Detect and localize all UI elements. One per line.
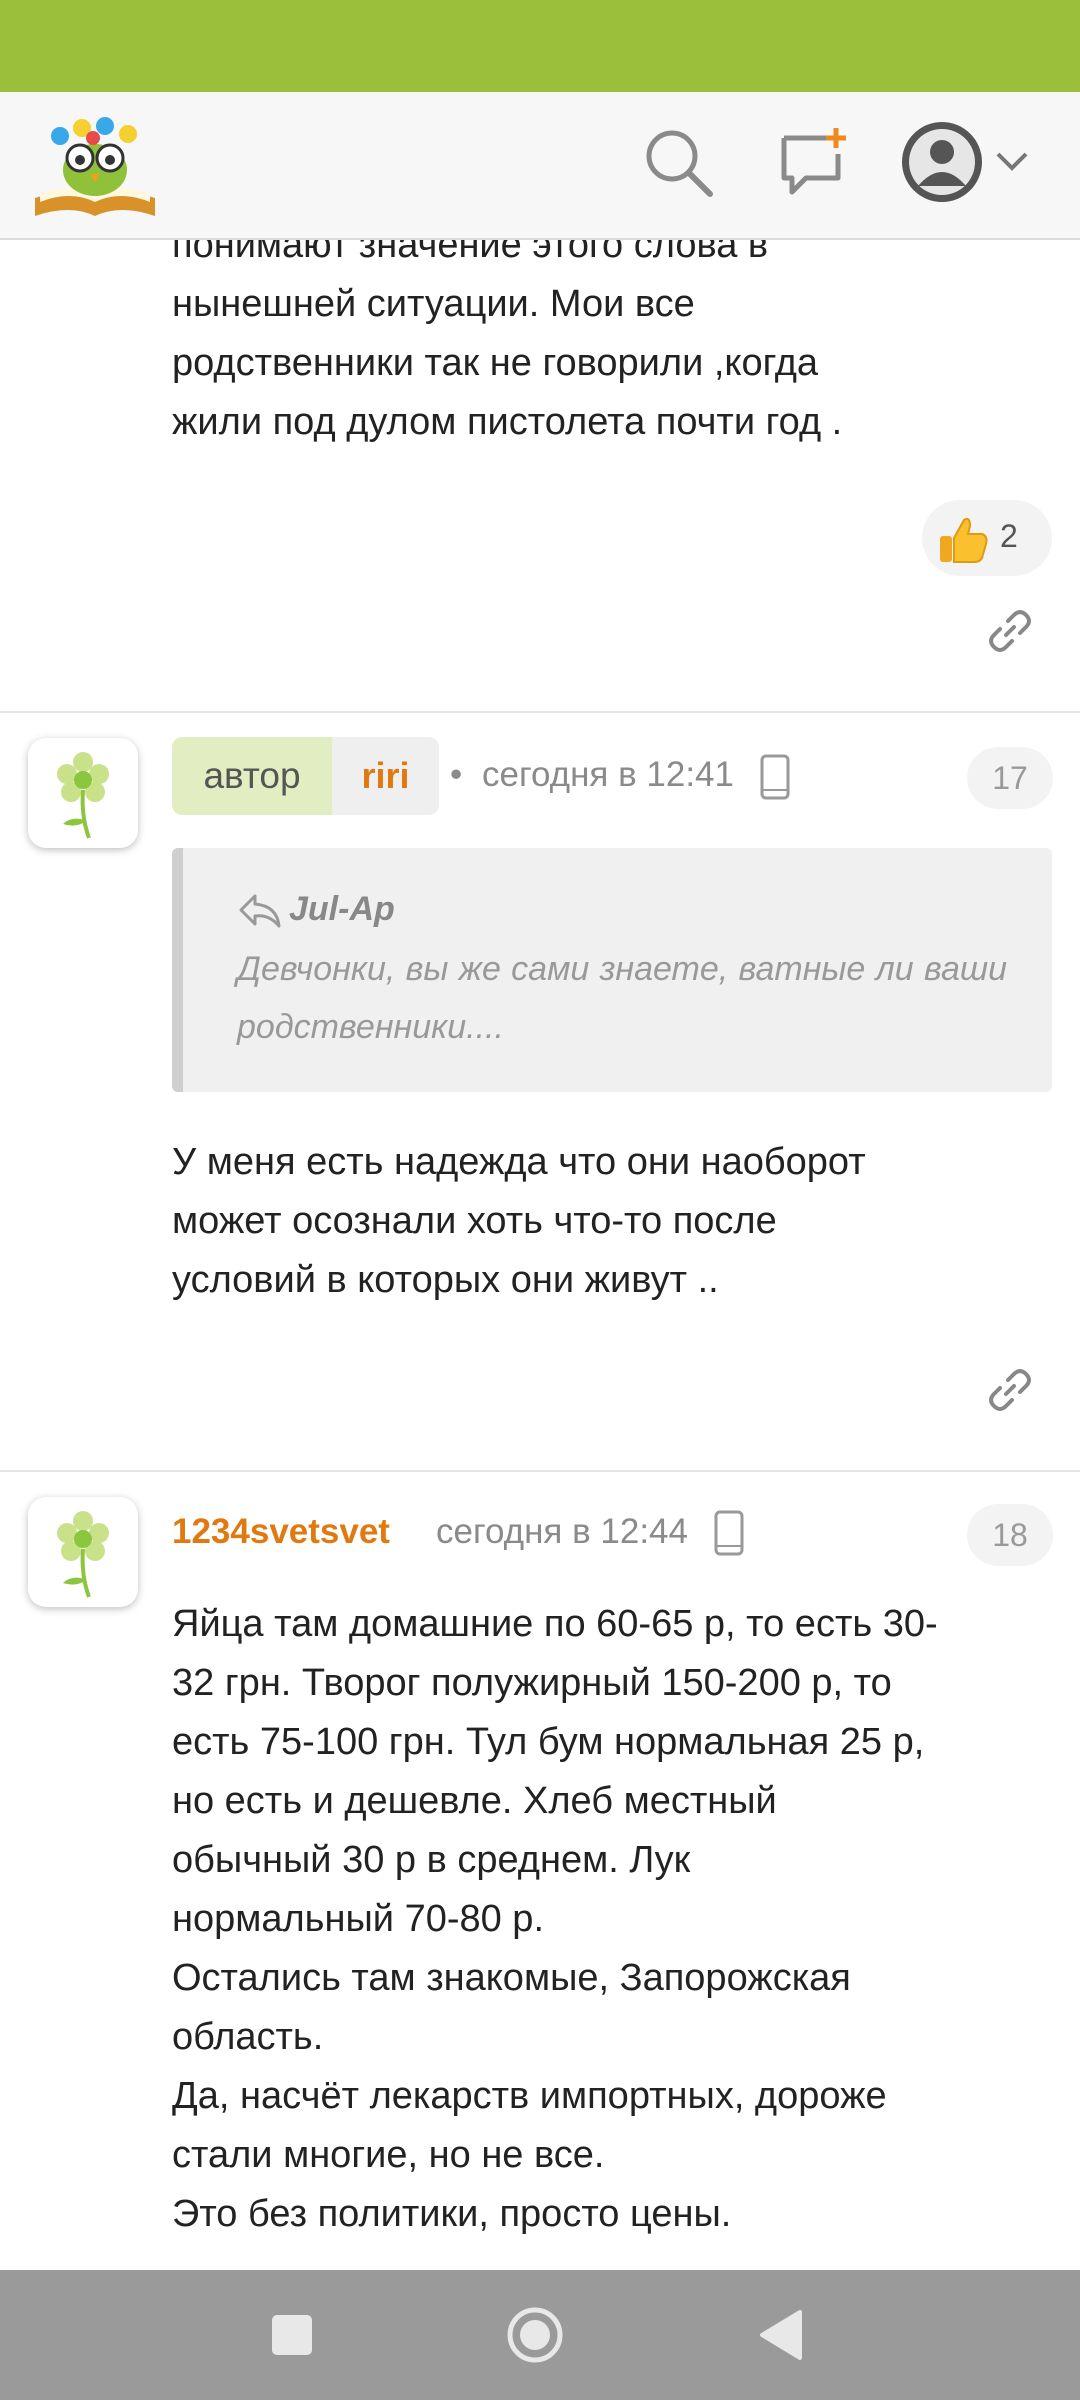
comment-line: может осознали хоть что-то после: [172, 1200, 777, 1242]
separator-dot: •: [450, 755, 463, 794]
quote-block: Jul-Ap Девчонки, вы же сами знаете, ватн…: [172, 848, 1052, 1092]
username[interactable]: 1234svetsvet: [172, 1512, 390, 1552]
quote-text: Девчонки, вы же сами знаете, ватные ли в…: [237, 950, 1007, 1046]
author-tag: автор: [172, 737, 332, 815]
permalink-icon[interactable]: [986, 1366, 1034, 1414]
avatar[interactable]: [28, 1497, 138, 1607]
post-time: сегодня в 12:44: [436, 1512, 688, 1551]
reply-arrow-icon: [237, 892, 283, 930]
permalink-icon[interactable]: [986, 607, 1034, 655]
like-button[interactable]: 2: [922, 500, 1052, 576]
thumbs-up-icon: [940, 517, 988, 563]
author-badge: автор riri: [172, 737, 439, 815]
comment-line: Это без политики, просто цены.: [172, 2193, 732, 2235]
home-button[interactable]: [505, 2305, 565, 2365]
divider: [0, 1470, 1080, 1472]
comment-line: У меня есть надежда что они наоборот: [172, 1141, 866, 1183]
comment-line: есть 75-100 грн. Тул бум нормальная 25 р…: [172, 1721, 925, 1763]
comment-line: родственники так не говорили ,когда: [172, 342, 819, 384]
status-bar: [0, 0, 1080, 92]
comment-line: жили под дулом пистолета почти год .: [172, 401, 843, 443]
divider: [0, 711, 1080, 713]
system-navigation-bar: [0, 2270, 1080, 2400]
comments-feed: понимают значение этого слова в нынешней…: [0, 240, 1080, 2270]
quote-author[interactable]: Jul-Ap: [289, 890, 395, 929]
comment-line: область.: [172, 2016, 324, 2058]
like-count: 2: [1000, 518, 1018, 554]
comment-line: Яйца там домашние по 60-65 р, то есть 30…: [172, 1603, 938, 1645]
search-icon[interactable]: [640, 124, 716, 200]
post-time: сегодня в 12:41: [482, 755, 734, 794]
comment-number: 18: [967, 1504, 1053, 1566]
mobile-device-icon: [760, 754, 790, 800]
avatar[interactable]: [28, 738, 138, 848]
top-header: [0, 92, 1080, 240]
comment-line: 32 грн. Творог полужирный 150-200 р, то: [172, 1662, 892, 1704]
mobile-device-icon: [714, 1510, 744, 1556]
username[interactable]: riri: [332, 737, 439, 815]
comment-line: Да, насчёт лекарств импортных, дороже: [172, 2075, 887, 2117]
comment-line: обычный 30 р в среднем. Лук: [172, 1839, 691, 1881]
comment-line: условий в которых они живут ..: [172, 1259, 719, 1301]
comment-line: но есть и дешевле. Хлеб местный: [172, 1780, 777, 1822]
chevron-down-icon[interactable]: [994, 150, 1030, 174]
site-logo[interactable]: [30, 108, 160, 220]
comment-line: нормальный 70-80 р.: [172, 1898, 545, 1940]
comment-line: Остались там знакомые, Запорожская: [172, 1957, 851, 1999]
comment-line: стали многие, но не все.: [172, 2134, 605, 2176]
profile-icon[interactable]: [900, 120, 984, 204]
back-button[interactable]: [758, 2308, 804, 2362]
comment-number: 17: [967, 747, 1053, 809]
comment-line: понимают значение этого слова в: [172, 240, 769, 266]
comment-line: нынешней ситуации. Мои все: [172, 283, 695, 325]
recent-apps-button[interactable]: [270, 2313, 314, 2357]
new-message-icon[interactable]: [776, 124, 852, 200]
